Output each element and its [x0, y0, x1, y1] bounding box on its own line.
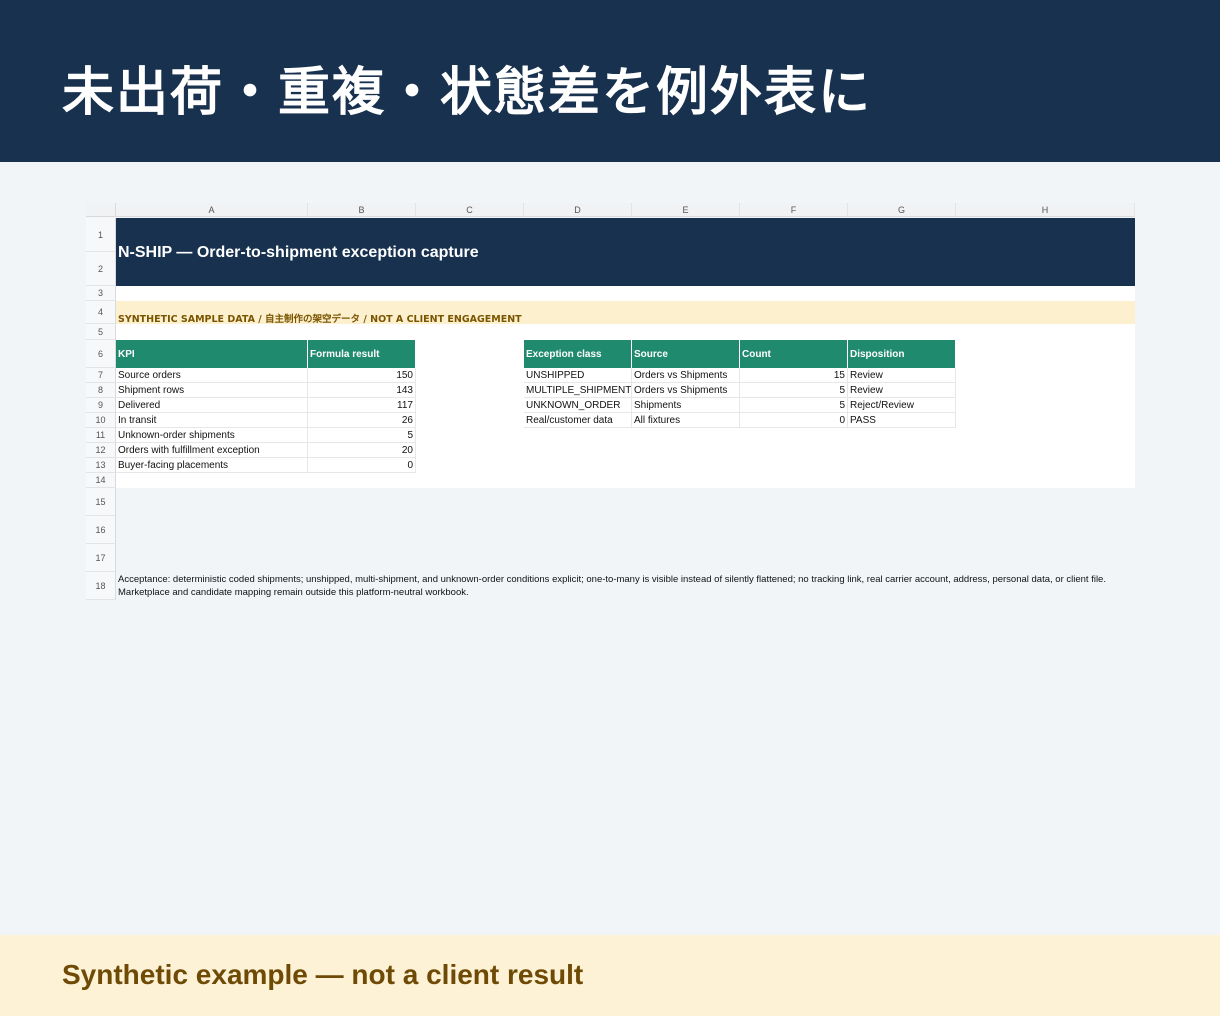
row-header[interactable]: 15 — [86, 488, 116, 516]
row-header[interactable]: 10 — [86, 413, 116, 428]
column-header-d[interactable]: D — [524, 203, 632, 217]
sheet-title: N-SHIP — Order-to-shipment exception cap… — [118, 244, 479, 261]
acceptance-note[interactable]: Acceptance: deterministic coded shipment… — [116, 573, 1135, 599]
kpi-value[interactable]: 20 — [308, 443, 416, 458]
row-header[interactable]: 7 — [86, 368, 116, 383]
exception-class-header[interactable]: Exception class — [524, 340, 632, 368]
count-header[interactable]: Count — [740, 340, 848, 368]
select-all-corner[interactable] — [86, 203, 116, 217]
kpi-header[interactable]: KPI — [116, 340, 308, 368]
row-header[interactable]: 12 — [86, 443, 116, 458]
kpi-value[interactable]: 117 — [308, 398, 416, 413]
sheet-title-cell[interactable]: N-SHIP — Order-to-shipment exception cap… — [116, 218, 1135, 286]
column-header-a[interactable]: A — [116, 203, 308, 217]
count-cell[interactable]: 5 — [740, 383, 848, 398]
kpi-value[interactable]: 0 — [308, 458, 416, 473]
count-cell[interactable]: 15 — [740, 368, 848, 383]
spreadsheet: A B C D E F G H 1 2 3 4 5 6 7 8 9 10 11 … — [86, 203, 1135, 603]
row-header[interactable]: 17 — [86, 544, 116, 572]
source-cell[interactable]: Shipments — [632, 398, 740, 413]
formula-result-header[interactable]: Formula result — [308, 340, 416, 368]
column-header-e[interactable]: E — [632, 203, 740, 217]
exception-class-cell[interactable]: UNSHIPPED — [524, 368, 632, 383]
column-header-h[interactable]: H — [956, 203, 1135, 217]
row-header[interactable]: 14 — [86, 473, 116, 488]
row-header[interactable]: 9 — [86, 398, 116, 413]
footer-disclaimer: Synthetic example — not a client result — [62, 959, 584, 990]
row-header[interactable]: 5 — [86, 324, 116, 340]
row-header[interactable]: 16 — [86, 516, 116, 544]
column-header-g[interactable]: G — [848, 203, 956, 217]
kpi-label[interactable]: Buyer-facing placements — [116, 458, 308, 473]
disposition-header[interactable]: Disposition — [848, 340, 956, 368]
column-header-c[interactable]: C — [416, 203, 524, 217]
kpi-label[interactable]: In transit — [116, 413, 308, 428]
synthetic-notice-cell[interactable]: SYNTHETIC SAMPLE DATA / 自主制作の架空データ / NOT… — [116, 301, 1135, 325]
kpi-value[interactable]: 143 — [308, 383, 416, 398]
footer-banner: Synthetic example — not a client result — [0, 935, 1220, 1016]
kpi-label[interactable]: Orders with fulfillment exception — [116, 443, 308, 458]
row-header[interactable]: 1 — [86, 218, 116, 252]
row-header[interactable]: 13 — [86, 458, 116, 473]
kpi-value[interactable]: 26 — [308, 413, 416, 428]
kpi-value[interactable]: 150 — [308, 368, 416, 383]
row-header[interactable]: 4 — [86, 301, 116, 324]
row-header[interactable]: 3 — [86, 286, 116, 301]
row-header[interactable]: 11 — [86, 428, 116, 443]
row-header[interactable]: 6 — [86, 340, 116, 368]
row-header[interactable]: 18 — [86, 572, 116, 600]
row-header[interactable]: 2 — [86, 252, 116, 286]
source-cell[interactable]: Orders vs Shipments — [632, 383, 740, 398]
source-cell[interactable]: All fixtures — [632, 413, 740, 428]
synthetic-notice: SYNTHETIC SAMPLE DATA / 自主制作の架空データ / NOT… — [118, 314, 522, 325]
disposition-cell[interactable]: Reject/Review — [848, 398, 956, 413]
disposition-cell[interactable]: Review — [848, 368, 956, 383]
count-cell[interactable]: 0 — [740, 413, 848, 428]
row-header[interactable]: 8 — [86, 383, 116, 398]
exception-class-cell[interactable]: UNKNOWN_ORDER — [524, 398, 632, 413]
kpi-value[interactable]: 5 — [308, 428, 416, 443]
kpi-label[interactable]: Delivered — [116, 398, 308, 413]
column-header-b[interactable]: B — [308, 203, 416, 217]
kpi-label[interactable]: Source orders — [116, 368, 308, 383]
header-banner: 未出荷・重複・状態差を例外表に — [0, 0, 1220, 162]
exception-class-cell[interactable]: Real/customer data — [524, 413, 632, 428]
source-header[interactable]: Source — [632, 340, 740, 368]
disposition-cell[interactable]: Review — [848, 383, 956, 398]
disposition-cell[interactable]: PASS — [848, 413, 956, 428]
banner-title: 未出荷・重複・状態差を例外表に — [62, 63, 873, 123]
kpi-label[interactable]: Unknown-order shipments — [116, 428, 308, 443]
exception-class-cell[interactable]: MULTIPLE_SHIPMENTS — [524, 383, 632, 398]
count-cell[interactable]: 5 — [740, 398, 848, 413]
column-header-f[interactable]: F — [740, 203, 848, 217]
kpi-label[interactable]: Shipment rows — [116, 383, 308, 398]
source-cell[interactable]: Orders vs Shipments — [632, 368, 740, 383]
